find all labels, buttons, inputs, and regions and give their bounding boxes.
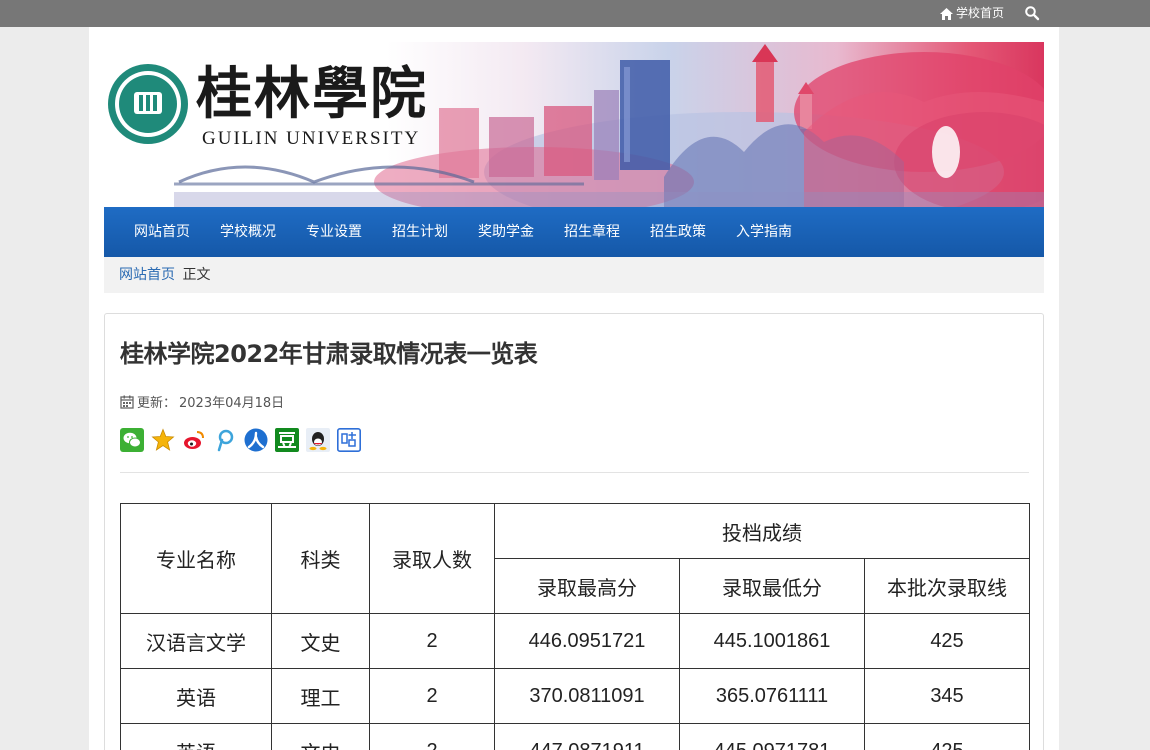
nav-item-policies[interactable]: 招生政策	[635, 207, 721, 257]
cell-batch-line: 345	[864, 668, 1030, 724]
cell-max-score: 446.0951721	[494, 613, 680, 669]
top-bar: 学校首页	[0, 0, 1150, 27]
cell-min-score: 365.0761111	[679, 668, 865, 724]
nav-item-guide[interactable]: 入学指南	[721, 207, 807, 257]
admission-table: 专业名称 科类 录取人数 投档成绩 录取最高分 录取最低分 本批次录取线 汉语言…	[120, 503, 1030, 750]
cell-batch-line: 425	[864, 613, 1030, 669]
cell-admitted: 2	[369, 613, 495, 669]
nav-item-admission-rules[interactable]: 招生章程	[549, 207, 635, 257]
breadcrumb: 网站首页 正文	[104, 257, 1044, 293]
renren-icon[interactable]	[244, 428, 268, 452]
university-chinese-name: 桂林學院	[196, 61, 428, 127]
cell-category: 文史	[271, 613, 370, 669]
nav-item-majors[interactable]: 专业设置	[291, 207, 377, 257]
pinterest-icon[interactable]	[213, 428, 237, 452]
cell-max-score: 370.0811091	[494, 668, 680, 724]
header-banner: 桂林學院 GUILIN UNIVERSITY	[104, 42, 1044, 207]
search-icon[interactable]	[1024, 5, 1040, 21]
cell-category: 理工	[271, 668, 370, 724]
table-row: 英语 文史 2 447.0871911 445.0971781 425	[120, 723, 1030, 750]
tieba-icon[interactable]	[337, 428, 361, 452]
header-batch-line: 本批次录取线	[864, 558, 1030, 614]
home-icon	[940, 7, 953, 20]
university-seal-logo	[108, 64, 188, 144]
weibo-icon[interactable]	[182, 428, 206, 452]
cell-major: 英语	[120, 668, 272, 724]
douban-icon[interactable]	[275, 428, 299, 452]
nav-item-scholarships[interactable]: 奖助学金	[463, 207, 549, 257]
breadcrumb-current: 正文	[182, 267, 211, 283]
header-min-score: 录取最低分	[679, 558, 865, 614]
nav-item-home[interactable]: 网站首页	[119, 207, 205, 257]
cell-max-score: 447.0871911	[494, 723, 680, 750]
header-score-group: 投档成绩	[494, 503, 1030, 559]
school-home-link[interactable]: 学校首页	[940, 0, 1004, 27]
table-row: 汉语言文学 文史 2 446.0951721 445.1001861 425	[120, 613, 1030, 669]
cell-major: 汉语言文学	[120, 613, 272, 669]
university-english-name: GUILIN UNIVERSITY	[202, 128, 421, 149]
header-max-score: 录取最高分	[494, 558, 680, 614]
qq-icon[interactable]	[306, 428, 330, 452]
article-meta: 更新： 2023年04月18日	[120, 392, 284, 411]
school-home-label: 学校首页	[956, 6, 1005, 20]
cell-admitted: 2	[369, 723, 495, 750]
cell-min-score: 445.0971781	[679, 723, 865, 750]
nav-item-enrollment-plan[interactable]: 招生计划	[377, 207, 463, 257]
cell-major: 英语	[120, 723, 272, 750]
cell-admitted: 2	[369, 668, 495, 724]
header-category: 科类	[271, 503, 370, 614]
main-nav: 网站首页 学校概况 专业设置 招生计划 奖助学金 招生章程 招生政策 入学指南	[104, 207, 1044, 257]
header-major: 专业名称	[120, 503, 272, 614]
favorite-star-icon[interactable]	[151, 428, 175, 452]
header-admitted: 录取人数	[369, 503, 495, 614]
breadcrumb-home-link[interactable]: 网站首页	[119, 267, 175, 283]
updated-date: 2023年04月18日	[179, 396, 285, 411]
content-divider	[120, 472, 1029, 473]
cell-batch-line: 425	[864, 723, 1030, 750]
share-bar	[120, 428, 361, 452]
cell-category: 文史	[271, 723, 370, 750]
cell-min-score: 445.1001861	[679, 613, 865, 669]
article-title: 桂林学院2022年甘肃录取情况表一览表	[120, 340, 538, 368]
calendar-icon	[120, 395, 134, 409]
nav-item-about[interactable]: 学校概况	[205, 207, 291, 257]
wechat-icon[interactable]	[120, 428, 144, 452]
article-card: 桂林学院2022年甘肃录取情况表一览表 更新： 2023年04月18日 专业名称…	[104, 313, 1044, 750]
updated-label: 更新：	[137, 396, 177, 411]
table-header-row: 专业名称 科类 录取人数 投档成绩	[120, 503, 1030, 614]
table-row: 英语 理工 2 370.0811091 365.0761111 345	[120, 668, 1030, 724]
